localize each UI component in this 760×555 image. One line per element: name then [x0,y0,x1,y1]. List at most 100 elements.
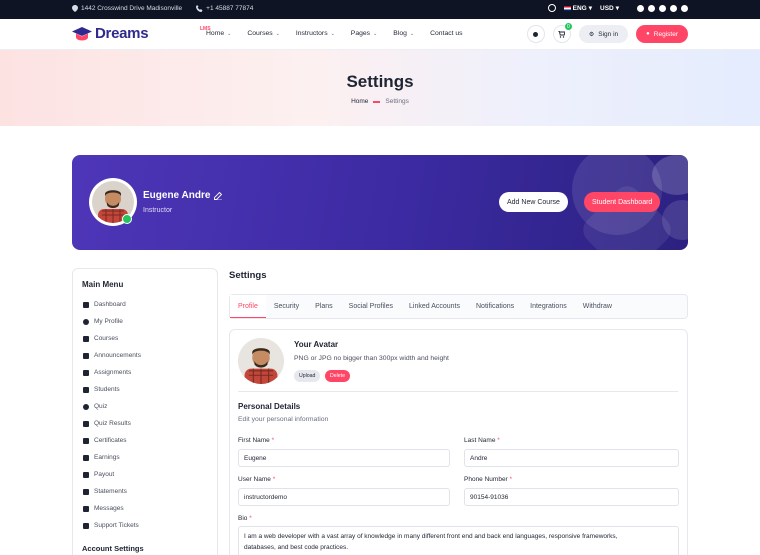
bio-textarea[interactable]: I am a web developer with a vast array o… [238,526,679,555]
bio-line: I am a web developer with a vast array o… [244,533,618,540]
tab-integrations[interactable]: Integrations [522,295,575,318]
last-name-field[interactable]: Andre [464,449,679,467]
tab-linked-accounts[interactable]: Linked Accounts [401,295,468,318]
tab-withdraw[interactable]: Withdraw [575,295,620,318]
nav-label: Instructors [295,30,328,37]
upload-button[interactable]: Upload [294,370,321,382]
register-button[interactable]: ● Register [636,25,688,43]
sidebar-item-courses[interactable]: Courses [73,330,217,347]
cart-button[interactable]: 0 [552,23,572,43]
award-icon [83,420,89,427]
first-name-label: First Name * [238,437,274,444]
logo[interactable]: Dreams LMS [72,25,211,42]
sidebar-item-certificates[interactable]: Certificates [73,432,217,449]
phone-number-label: Phone Number * [464,476,512,483]
phone-info: +1 45887 77874 [196,5,253,12]
sidebar-item-statements[interactable]: Statements [73,483,217,500]
user-icon [83,318,89,325]
user-name-label: User Name * [238,476,275,483]
nav-home[interactable]: Home ⌄ [206,30,231,37]
sidebar-item-label: Dashboard [94,301,126,308]
theme-icon[interactable] [547,4,556,12]
tab-notifications[interactable]: Notifications [468,295,522,318]
sidebar-item-label: My Profile [94,318,123,325]
twitter-icon[interactable] [659,4,666,12]
users-icon [83,386,89,393]
avatar-title: Your Avatar [294,340,339,349]
add-new-course-button[interactable]: Add New Course [499,192,568,212]
nav-label: Pages [350,30,371,37]
chevron-down-icon: ▾ [588,5,592,12]
breadcrumb-home[interactable]: Home [351,98,368,105]
first-name-field[interactable]: Eugene [238,449,450,467]
profile-name-text: Eugene Andre [143,190,211,201]
profile-settings-card: Your Avatar PNG or JPG no bigger than 30… [229,329,688,555]
tab-profile[interactable]: Profile [230,295,266,318]
nav-courses[interactable]: Courses ⌄ [247,30,280,37]
sidebar-item-quiz[interactable]: Quiz [73,398,217,415]
sidebar-title: Main Menu [82,280,124,289]
sidebar-item-payout[interactable]: Payout [73,466,217,483]
sidebar-item-label: Statements [94,488,127,495]
sidebar-item-announcements[interactable]: Announcements [73,347,217,364]
label-text: Last Name [464,437,496,444]
tab-plans[interactable]: Plans [307,295,341,318]
nav-contact[interactable]: Contact us [430,30,463,37]
cart-count-badge: 0 [564,23,572,30]
required-mark: * [497,437,500,444]
breadcrumb-current: Settings [385,98,409,105]
chevron-down-icon: ⌄ [409,30,415,37]
nav-pages[interactable]: Pages ⌄ [351,30,377,37]
user-name-field[interactable]: instructordemo [238,488,450,506]
wallet-icon [83,454,89,461]
youtube-icon[interactable] [670,4,677,12]
bio-line: databases, and best code practices. [244,544,349,551]
phone-number-field[interactable]: 90154-91036 [464,488,679,506]
sidebar-item-support-tickets[interactable]: Support Tickets [73,517,217,534]
clipboard-icon [83,369,89,376]
graduation-cap-icon [72,26,92,40]
sidebar-item-earnings[interactable]: Earnings [73,449,217,466]
online-status-badge [122,214,132,224]
sidebar-item-dashboard[interactable]: Dashboard [73,296,217,313]
edit-icon[interactable] [214,191,223,200]
address-info: 1442 Crosswind Drive Madisonville [72,5,182,12]
nav-instructors[interactable]: Instructors ⌄ [296,30,335,37]
nav-label: Home [206,30,225,37]
breadcrumb-banner: Settings Home Settings [0,50,760,126]
nav-label: Courses [247,30,273,37]
currency-value: USD [600,4,614,12]
instagram-icon[interactable] [648,4,655,12]
top-bar: 1442 Crosswind Drive Madisonville +1 458… [0,0,760,19]
language-select[interactable]: ENG ▾ [563,4,592,12]
message-icon [83,505,89,512]
nav-blog[interactable]: Blog ⌄ [393,30,414,37]
grid-icon [83,301,89,308]
address-text: 1442 Crosswind Drive Madisonville [81,5,183,12]
linkedin-icon[interactable] [681,4,688,12]
chevron-down-icon: ⌄ [373,30,378,37]
sign-in-button[interactable]: ⚙ Sign in [578,25,629,43]
nav-label: Contact us [430,30,463,37]
logo-text: Dreams [95,25,149,42]
tab-security[interactable]: Security [266,295,307,318]
delete-button[interactable]: Delete [325,370,350,382]
sidebar-item-students[interactable]: Students [73,381,217,398]
sidebar-item-messages[interactable]: Messages [73,500,217,517]
facebook-icon[interactable] [637,4,644,12]
student-dashboard-button[interactable]: Student Dashboard [584,192,661,212]
required-mark: * [272,476,276,483]
cart-icon [558,30,566,38]
sidebar-item-label: Assignments [94,369,132,376]
theme-toggle-button[interactable] [526,25,545,43]
sidebar-item-label: Messages [94,505,124,512]
sidebar-item-quiz-results[interactable]: Quiz Results [73,415,217,432]
sidebar-item-assignments[interactable]: Assignments [73,364,217,381]
currency-select[interactable]: USD ▾ [600,4,619,13]
megaphone-icon [83,352,89,359]
tab-social-profiles[interactable]: Social Profiles [341,295,401,318]
label-text: Bio [238,515,248,522]
sidebar-item-my-profile[interactable]: My Profile [73,313,217,330]
register-label: Register [653,30,678,38]
chevron-down-icon: ⌄ [330,30,335,37]
